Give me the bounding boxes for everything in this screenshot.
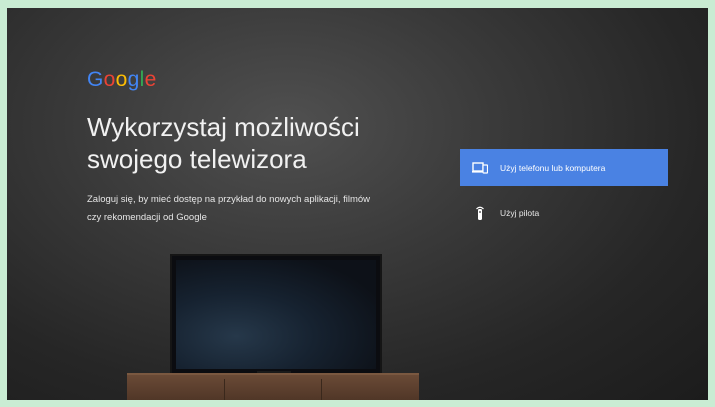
tv-illustration <box>170 254 382 375</box>
option-label: Użyj telefonu lub komputera <box>500 162 606 173</box>
use-phone-or-computer-option[interactable]: Użyj telefonu lub komputera <box>460 149 668 186</box>
option-label: Użyj pilota <box>500 207 540 218</box>
remote-icon <box>472 205 488 221</box>
logo-letter: o <box>103 68 116 91</box>
page-title-line1: Wykorzystaj możliwości <box>87 112 360 142</box>
use-remote-option[interactable]: Użyj pilota <box>460 194 668 231</box>
tv-setup-screen: Google Wykorzystaj możliwości swojego te… <box>7 8 708 400</box>
google-logo: Google <box>87 68 157 92</box>
tv-screen-illustration <box>176 260 376 369</box>
logo-letter: e <box>144 68 157 91</box>
logo-letter: g <box>127 68 140 91</box>
page-title-line2: swojego telewizora <box>87 144 307 174</box>
logo-letter: o <box>115 68 128 91</box>
page-title: Wykorzystaj możliwości swojego telewizor… <box>87 111 427 175</box>
logo-letter: G <box>87 68 104 91</box>
phone-laptop-icon <box>472 160 488 176</box>
page-subtitle-line1: Zaloguj się, by mieć dostęp na przykład … <box>87 194 371 205</box>
page-subtitle-line2: czy rekomendacji od Google <box>87 212 207 223</box>
tv-cabinet-illustration <box>127 373 419 400</box>
page-subtitle: Zaloguj się, by mieć dostęp na przykład … <box>87 191 417 227</box>
